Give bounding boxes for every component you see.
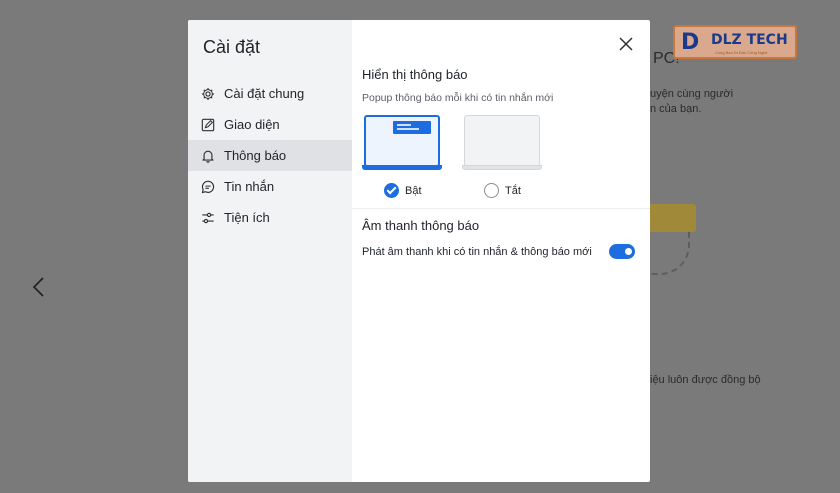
notification-display-description: Popup thông báo mỗi khi có tin nhắn mới xyxy=(362,92,554,104)
sidebar-item-messages[interactable]: Tin nhắn xyxy=(188,171,352,202)
unchecked-radio-icon[interactable] xyxy=(484,183,499,198)
notification-option-on[interactable]: Bật xyxy=(362,115,462,198)
notification-sound-toggle[interactable] xyxy=(609,244,635,259)
logo-text: DLZ TECH xyxy=(711,32,788,48)
checked-radio-icon[interactable] xyxy=(384,183,399,198)
sidebar-item-label: Giao diện xyxy=(224,117,280,132)
edit-icon xyxy=(201,118,215,132)
preview-screen xyxy=(464,115,540,167)
sidebar-item-label: Tin nhắn xyxy=(224,179,275,194)
bell-icon xyxy=(201,149,215,163)
preview-base xyxy=(462,165,542,170)
gear-icon xyxy=(201,87,215,101)
notification-sound-row: Phát âm thanh khi có tin nhắn & thông bá… xyxy=(362,244,635,259)
sidebar-item-label: Cài đặt chung xyxy=(224,86,305,101)
sidebar-item-appearance[interactable]: Giao diện xyxy=(188,109,352,140)
logo-mark: D xyxy=(681,30,700,55)
sidebar-item-label: Tiện ích xyxy=(224,210,270,225)
sliders-icon xyxy=(201,211,215,225)
radio-on[interactable]: Bật xyxy=(362,183,462,198)
background-text-line: iệu luôn được đồng bộ xyxy=(650,374,761,386)
toggle-knob xyxy=(625,248,632,255)
close-icon[interactable] xyxy=(618,36,634,52)
background-text-line: n của bạn. xyxy=(650,103,702,115)
preview-base xyxy=(362,165,442,170)
chat-bubble-icon xyxy=(201,180,215,194)
radio-label: Tắt xyxy=(505,184,521,197)
dialog-title: Cài đặt xyxy=(203,37,261,57)
background-illustration xyxy=(648,204,696,232)
notification-option-off[interactable]: Tắt xyxy=(462,115,562,198)
settings-dialog: Cài đặt Cài đặt chung Giao diện Thông bá… xyxy=(188,20,650,482)
sidebar-item-utilities[interactable]: Tiện ích xyxy=(188,202,352,233)
notification-sound-label: Phát âm thanh khi có tin nhắn & thông bá… xyxy=(362,245,592,258)
sidebar-item-notifications[interactable]: Thông báo xyxy=(188,140,352,171)
chevron-left-icon[interactable] xyxy=(30,276,50,298)
notification-options: Bật Tắt xyxy=(362,115,635,198)
notification-sound-title: Âm thanh thông báo xyxy=(362,218,480,233)
preview-popup xyxy=(393,121,431,134)
settings-content: Hiển thị thông báo Popup thông báo mỗi k… xyxy=(352,20,650,482)
sidebar-item-label: Thông báo xyxy=(224,148,287,163)
logo-tagline: Cùng Bạn Đi Đầu Công Nghệ xyxy=(715,50,768,55)
notification-display-title: Hiển thị thông báo xyxy=(362,67,468,82)
preview-off-image xyxy=(462,115,542,173)
preview-on-image xyxy=(362,115,442,173)
sidebar-item-general[interactable]: Cài đặt chung xyxy=(188,78,352,109)
radio-off[interactable]: Tắt xyxy=(462,183,562,198)
radio-label: Bật xyxy=(405,184,422,197)
section-divider xyxy=(352,208,650,209)
brand-logo: D DLZ TECH Cùng Bạn Đi Đầu Công Nghệ xyxy=(673,25,797,59)
background-text-line: uyện cùng người xyxy=(650,88,734,100)
settings-sidebar: Cài đặt Cài đặt chung Giao diện Thông bá… xyxy=(188,20,352,482)
